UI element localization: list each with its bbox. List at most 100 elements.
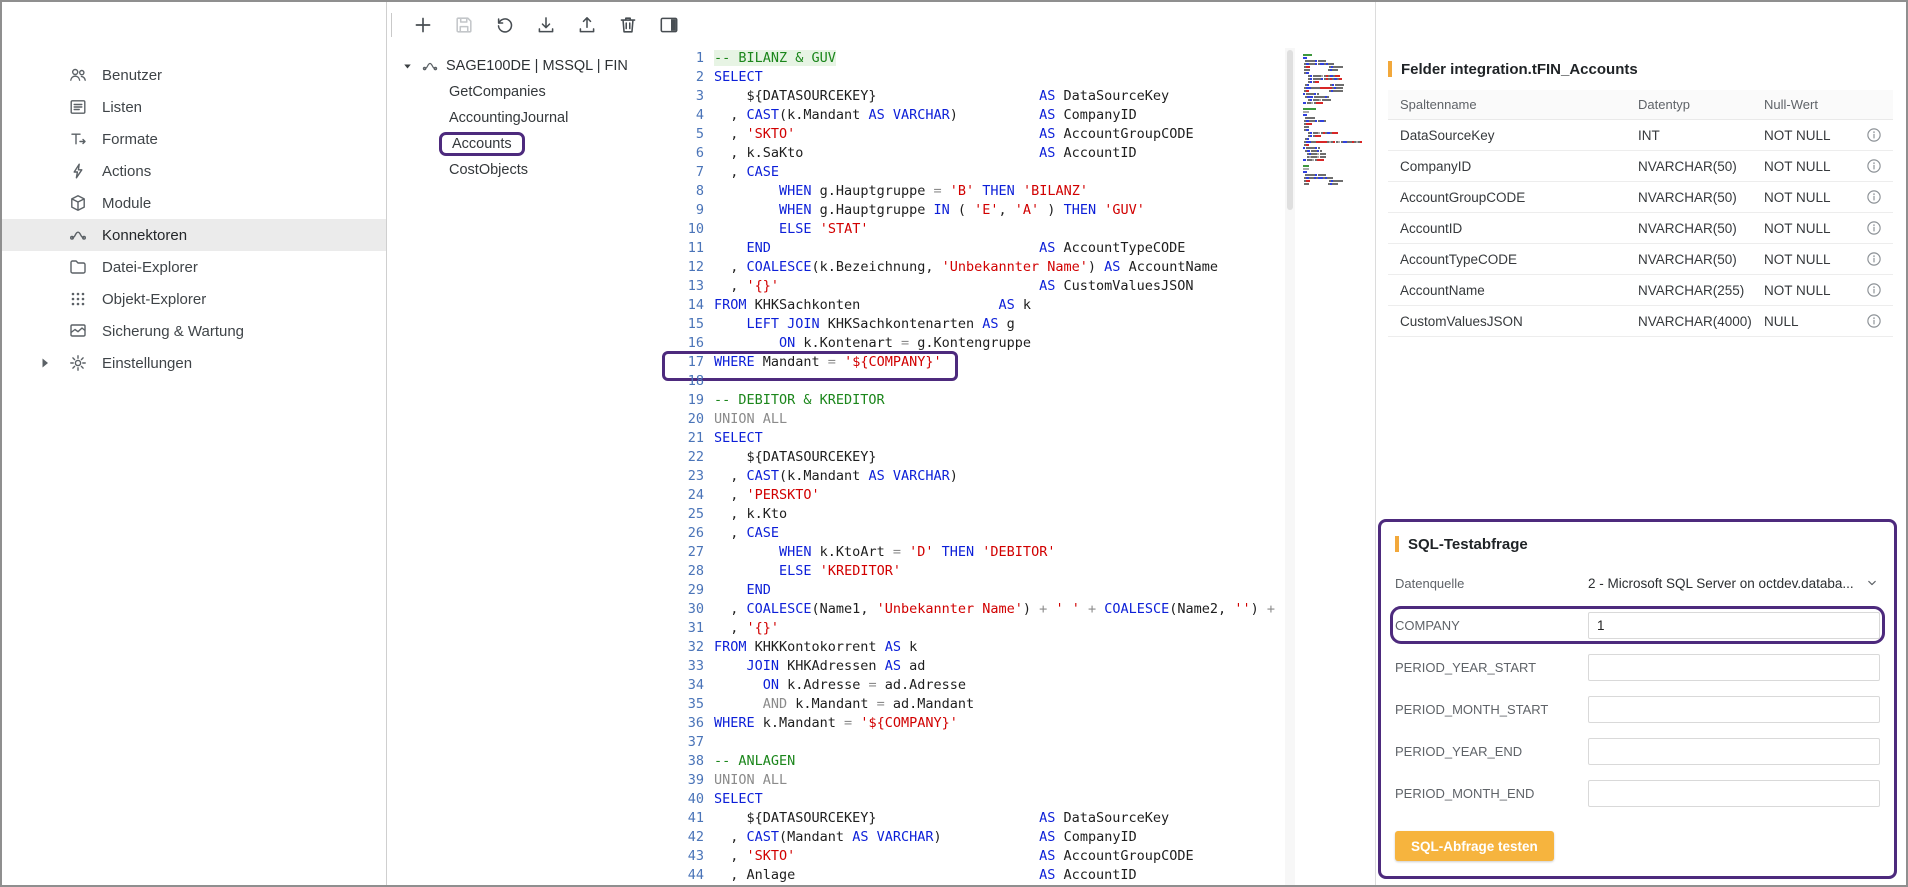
code-line[interactable]: 19-- DEBITOR & KREDITOR (660, 391, 1285, 410)
code-line[interactable]: 34 ON k.Adresse = ad.Adresse (660, 676, 1285, 695)
sidebar-item-konnektoren[interactable]: Konnektoren (2, 219, 386, 251)
info-icon[interactable] (1865, 219, 1883, 237)
sidebar-item-einstellungen[interactable]: Einstellungen (2, 347, 386, 379)
info-icon[interactable] (1865, 281, 1883, 299)
save-button[interactable] (452, 13, 476, 37)
code-line[interactable]: 3 ${DATASOURCEKEY} AS DataSourceKey (660, 87, 1285, 106)
code-line[interactable]: 38-- ANLAGEN (660, 752, 1285, 771)
code-line[interactable]: 13 , '{}' AS CustomValuesJSON (660, 277, 1285, 296)
toggle-preview-button[interactable] (657, 13, 681, 37)
editor-scrollbar[interactable] (1285, 48, 1295, 885)
code-line[interactable]: 22 ${DATASOURCEKEY} (660, 448, 1285, 467)
tree-item-getcompanies[interactable]: GetCompanies (387, 79, 660, 105)
code-line[interactable]: 8 WHEN g.Hauptgruppe = 'B' THEN 'BILANZ' (660, 182, 1285, 201)
code-area[interactable]: 1-- BILANZ & GUV2SELECT3 ${DATASOURCEKEY… (660, 48, 1285, 885)
code-line[interactable]: 44 , Anlage AS AccountID (660, 866, 1285, 885)
code-line[interactable]: 21SELECT (660, 429, 1285, 448)
code-line[interactable]: 32FROM KHKKontokorrent AS k (660, 638, 1285, 657)
sidebar-item-listen[interactable]: Listen (2, 91, 386, 123)
sidebar-item-label: Datei-Explorer (102, 259, 198, 276)
caret-down-icon[interactable] (401, 60, 414, 73)
workspace: SAGE100DE | MSSQL | FIN GetCompanies Acco… (387, 48, 1375, 885)
code-text: WHEN g.Hauptgruppe IN ( 'E', 'A' ) THEN … (714, 201, 1145, 220)
code-line[interactable]: 10 ELSE 'STAT' (660, 220, 1285, 239)
code-line[interactable]: 18 (660, 372, 1285, 391)
code-line[interactable]: 31 , '{}' (660, 619, 1285, 638)
code-line[interactable]: 35 AND k.Mandant = ad.Mandant (660, 695, 1285, 714)
code-line[interactable]: 41 ${DATASOURCEKEY} AS DataSourceKey (660, 809, 1285, 828)
code-line[interactable]: 6 , k.SaKto AS AccountID (660, 144, 1285, 163)
code-line[interactable]: 43 , 'SKTO' AS AccountGroupCODE (660, 847, 1285, 866)
param-input-period-month-start[interactable] (1588, 696, 1880, 723)
tree-item-accounts[interactable]: Accounts (387, 131, 660, 157)
code-line[interactable]: 5 , 'SKTO' AS AccountGroupCODE (660, 125, 1285, 144)
param-input-period-year-end[interactable] (1588, 738, 1880, 765)
info-icon[interactable] (1865, 188, 1883, 206)
code-line[interactable]: 20UNION ALL (660, 410, 1285, 429)
code-line[interactable]: 30 , COALESCE(Name1, 'Unbekannter Name')… (660, 600, 1285, 619)
sidebar-item-actions[interactable]: Actions (2, 155, 386, 187)
param-label: PERIOD_MONTH_END (1395, 786, 1534, 801)
tree-item-costobjects[interactable]: CostObjects (387, 157, 660, 183)
sidebar-item-benutzer[interactable]: Benutzer (2, 59, 386, 91)
info-icon[interactable] (1865, 312, 1883, 330)
param-input-period-year-start[interactable] (1588, 654, 1880, 681)
code-line[interactable]: 33 JOIN KHKAdressen AS ad (660, 657, 1285, 676)
info-icon[interactable] (1865, 250, 1883, 268)
tree-item-label: AccountingJournal (449, 110, 568, 126)
code-line[interactable]: 28 ELSE 'KREDITOR' (660, 562, 1285, 581)
code-line[interactable]: 15 LEFT JOIN KHKSachkontenarten AS g (660, 315, 1285, 334)
code-line[interactable]: 7 , CASE (660, 163, 1285, 182)
code-text: WHERE k.Mandant = '${COMPANY}' (714, 714, 958, 733)
tree-root[interactable]: SAGE100DE | MSSQL | FIN (387, 53, 660, 79)
code-line[interactable]: 27 WHEN k.KtoArt = 'D' THEN 'DEBITOR' (660, 543, 1285, 562)
code-line[interactable]: 9 WHEN g.Hauptgruppe IN ( 'E', 'A' ) THE… (660, 201, 1285, 220)
param-row-period-month-start: PERIOD_MONTH_START (1395, 695, 1880, 723)
editor-minimap[interactable] (1295, 48, 1375, 885)
code-text: ${DATASOURCEKEY} (714, 448, 877, 467)
test-query-button[interactable]: SQL-Abfrage testen (1395, 831, 1554, 861)
tree-item-accountingjournal[interactable]: AccountingJournal (387, 105, 660, 131)
info-icon[interactable] (1865, 157, 1883, 175)
sidebar-item-sicherung-wartung[interactable]: Sicherung & Wartung (2, 315, 386, 347)
code-line[interactable]: 42 , CAST(Mandant AS VARCHAR) AS Company… (660, 828, 1285, 847)
sidebar-item-datei-explorer[interactable]: Datei-Explorer (2, 251, 386, 283)
upload-button[interactable] (575, 13, 599, 37)
sidebar-item-objekt-explorer[interactable]: Objekt-Explorer (2, 283, 386, 315)
download-button[interactable] (534, 13, 558, 37)
code-line[interactable]: 39UNION ALL (660, 771, 1285, 790)
info-icon[interactable] (1865, 126, 1883, 144)
add-button[interactable] (411, 13, 435, 37)
code-line[interactable]: 4 , CAST(k.Mandant AS VARCHAR) AS Compan… (660, 106, 1285, 125)
code-line[interactable]: 17WHERE Mandant = '${COMPANY}' (660, 353, 1285, 372)
code-line[interactable]: 37 (660, 733, 1285, 752)
sql-editor[interactable]: 1-- BILANZ & GUV2SELECT3 ${DATASOURCEKEY… (660, 48, 1375, 885)
code-line[interactable]: 26 , CASE (660, 524, 1285, 543)
delete-button[interactable] (616, 13, 640, 37)
code-line[interactable]: 1-- BILANZ & GUV (660, 49, 1285, 68)
code-line[interactable]: 24 , 'PERSKTO' (660, 486, 1285, 505)
field-datatype: NVARCHAR(4000) (1638, 314, 1764, 329)
chevron-right-icon[interactable] (35, 353, 55, 373)
sidebar-item-formate[interactable]: Formate (2, 123, 386, 155)
code-line[interactable]: 14FROM KHKSachkonten AS k (660, 296, 1285, 315)
code-text: WHEN g.Hauptgruppe = 'B' THEN 'BILANZ' (714, 182, 1088, 201)
sidebar-item-module[interactable]: Module (2, 187, 386, 219)
code-line[interactable]: 23 , CAST(k.Mandant AS VARCHAR) (660, 467, 1285, 486)
code-line[interactable]: 40SELECT (660, 790, 1285, 809)
param-input-period-month-end[interactable] (1588, 780, 1880, 807)
code-line[interactable]: 36WHERE k.Mandant = '${COMPANY}' (660, 714, 1285, 733)
code-line[interactable]: 29 END (660, 581, 1285, 600)
line-number: 4 (660, 106, 704, 125)
line-number: 28 (660, 562, 704, 581)
code-line[interactable]: 2SELECT (660, 68, 1285, 87)
param-input-company[interactable] (1588, 612, 1880, 639)
datasource-select[interactable]: 2 - Microsoft SQL Server on octdev.datab… (1588, 575, 1880, 591)
code-line[interactable]: 12 , COALESCE(k.Bezeichnung, 'Unbekannte… (660, 258, 1285, 277)
code-line[interactable]: 25 , k.Kto (660, 505, 1285, 524)
restore-version-button[interactable] (493, 13, 517, 37)
chevron-down-icon (1864, 575, 1880, 591)
table-row: AccountGroupCODENVARCHAR(50)NOT NULL (1388, 182, 1893, 213)
code-line[interactable]: 11 END AS AccountTypeCODE (660, 239, 1285, 258)
editor-scrollbar-thumb[interactable] (1287, 50, 1293, 210)
